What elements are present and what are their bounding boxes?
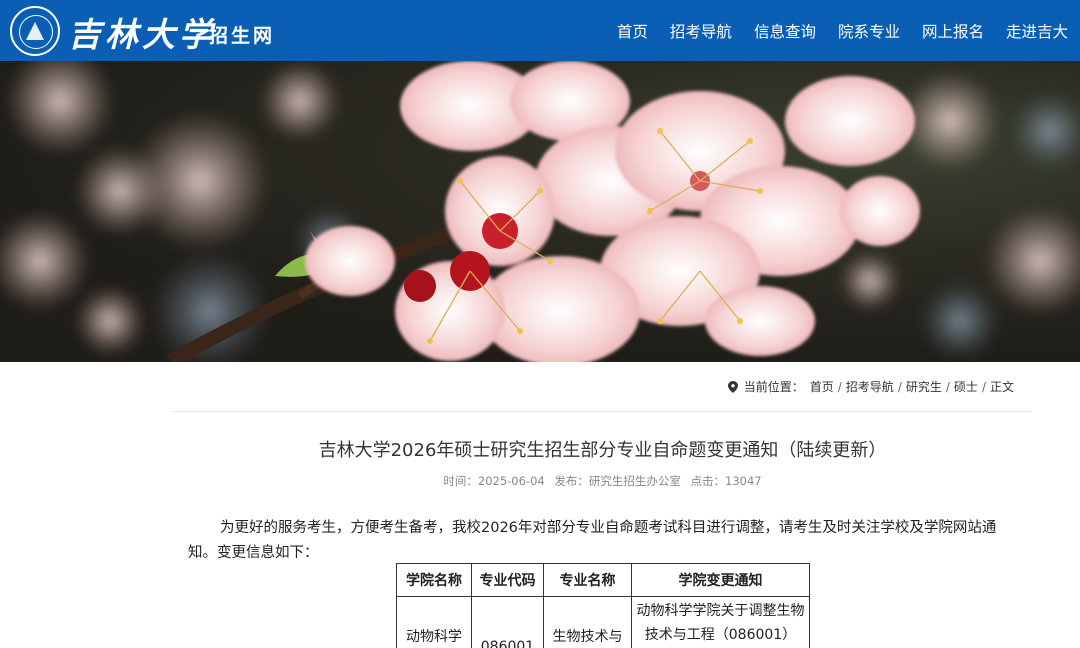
breadcrumb-separator: / bbox=[837, 379, 842, 394]
article-time: 时间：2025-06-04 bbox=[443, 474, 545, 488]
nav-admission-guide[interactable]: 招考导航 bbox=[670, 20, 732, 42]
hero-banner-image bbox=[0, 61, 1080, 362]
table-cell-college: 动物科学 bbox=[396, 596, 472, 648]
article-publisher: 发布：研究生招生办公室 bbox=[554, 474, 681, 488]
breadcrumb-graduate[interactable]: 研究生 bbox=[906, 378, 942, 395]
table-cell-notice-link[interactable]: 动物科学学院关于调整生物技术与工程（086001） bbox=[631, 596, 810, 648]
breadcrumb-article[interactable]: 正文 bbox=[990, 378, 1014, 395]
breadcrumb: 当前位置： 首页 / 招考导航 / 研究生 / 硕士 / 正文 bbox=[727, 378, 1014, 395]
table-cell-code: 086001 bbox=[471, 596, 544, 648]
university-seal-logo[interactable] bbox=[10, 6, 60, 56]
table-row: 动物科学 086001 生物技术与 动物科学学院关于调整生物技术与工程（0860… bbox=[396, 596, 810, 648]
table-cell-major: 生物技术与 bbox=[543, 596, 632, 648]
site-header: 吉林大学 招生网 首页 招考导航 信息查询 院系专业 网上报名 走进吉大 bbox=[0, 0, 1080, 61]
table-header: 专业代码 bbox=[471, 563, 544, 597]
table-header-row: 学院名称 专业代码 专业名称 学院变更通知 bbox=[396, 563, 810, 597]
content-divider bbox=[173, 411, 1032, 412]
table-header: 学院名称 bbox=[396, 563, 472, 597]
brand-name[interactable]: 吉林大学 bbox=[68, 8, 216, 56]
breadcrumb-admission-guide[interactable]: 招考导航 bbox=[846, 378, 894, 395]
nav-about-jlu[interactable]: 走进吉大 bbox=[1006, 20, 1068, 42]
nav-home[interactable]: 首页 bbox=[617, 20, 648, 42]
change-table: 学院名称 专业代码 专业名称 学院变更通知 动物科学 086001 生物技术与 … bbox=[396, 563, 810, 648]
article-title: 吉林大学2026年硕士研究生招生部分专业自命题变更通知（陆续更新） bbox=[318, 440, 887, 461]
breadcrumb-separator: / bbox=[945, 379, 950, 394]
table-header: 专业名称 bbox=[543, 563, 632, 597]
nav-departments[interactable]: 院系专业 bbox=[838, 20, 900, 42]
breadcrumb-label: 当前位置： bbox=[743, 380, 804, 394]
breadcrumb-home[interactable]: 首页 bbox=[810, 378, 834, 395]
article-intro: 为更好的服务考生，方便考生备考，我校2026年对部分专业自命题考试科目进行调整，… bbox=[188, 520, 997, 561]
nav-info-query[interactable]: 信息查询 bbox=[754, 20, 816, 42]
breadcrumb-master[interactable]: 硕士 bbox=[954, 378, 978, 395]
blossom-photo bbox=[0, 61, 1080, 362]
article-clicks: 点击：13047 bbox=[690, 474, 762, 488]
main-nav: 首页 招考导航 信息查询 院系专业 网上报名 走进吉大 bbox=[595, 0, 1068, 61]
nav-online-registration[interactable]: 网上报名 bbox=[922, 20, 984, 42]
table-header: 学院变更通知 bbox=[631, 563, 810, 597]
brand-subtitle[interactable]: 招生网 bbox=[209, 21, 275, 48]
breadcrumb-separator: / bbox=[897, 379, 902, 394]
breadcrumb-separator: / bbox=[981, 379, 986, 394]
location-pin-icon bbox=[727, 380, 738, 393]
article-meta: 时间：2025-06-04 发布：研究生招生办公室 点击：13047 bbox=[173, 473, 1032, 489]
